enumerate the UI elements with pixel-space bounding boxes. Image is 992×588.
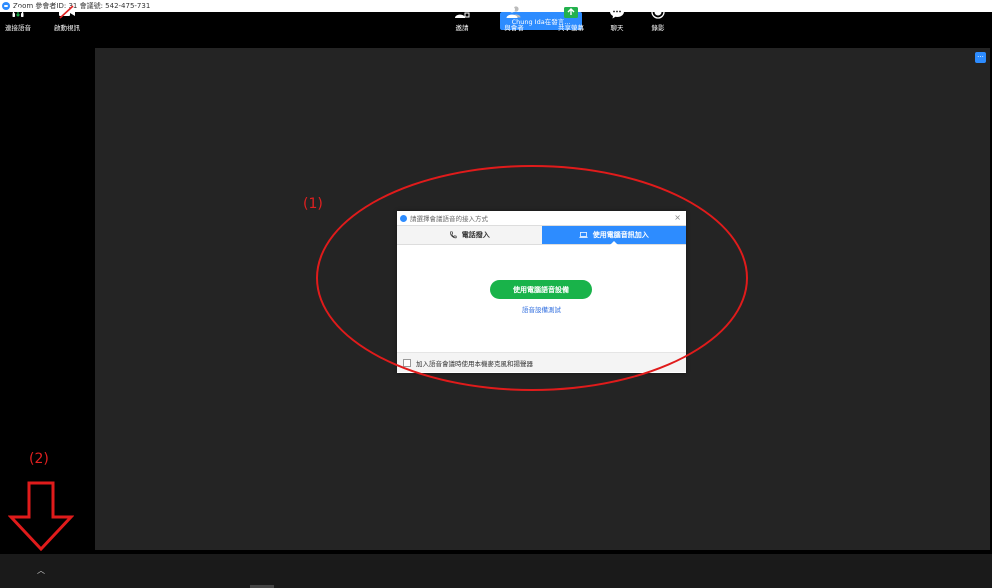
close-icon[interactable]: × — [674, 213, 681, 223]
participants-tool[interactable]: 2 與會者 — [492, 3, 536, 32]
dialog-body: 使用電腦語音設備 語音設備測試 — [397, 245, 686, 352]
join-audio-label: 連接語音 — [5, 24, 31, 32]
annotation-label-2: (2) — [29, 451, 49, 467]
auto-join-audio-checkbox[interactable] — [403, 358, 411, 367]
more-options-button[interactable]: ··· — [975, 52, 986, 63]
invite-icon — [454, 4, 470, 20]
record-label: 錄影 — [651, 24, 665, 32]
test-audio-link[interactable]: 語音設備測試 — [397, 304, 686, 314]
join-audio-dialog: 請選擇會議語音的接入方式 × 電話撥入 使用電腦音訊加入 使用電腦語音設備 語音… — [397, 211, 686, 373]
dialog-footer: 加入語音會議時使用本機麥克風和揚聲器 — [397, 352, 686, 372]
chat-label: 聊天 — [610, 24, 624, 32]
headphone-icon — [11, 4, 25, 20]
share-screen-label: 共享螢幕 — [558, 24, 584, 32]
invite-label: 邀請 — [455, 24, 469, 32]
tab-computer-label: 使用電腦音訊加入 — [592, 231, 649, 239]
zoom-logo-icon — [400, 214, 407, 222]
participants-icon: 2 — [505, 3, 528, 20]
auto-join-audio-label: 加入語音會議時使用本機麥克風和揚聲器 — [416, 359, 533, 368]
chat-tool[interactable]: 聊天 — [595, 4, 639, 32]
annotation-arrow-down-icon — [8, 481, 74, 551]
join-audio-tool[interactable]: 連接語音 — [0, 4, 40, 32]
participants-label: 與會者 — [504, 24, 524, 32]
invite-tool[interactable]: 邀請 — [440, 4, 484, 32]
record-icon — [651, 4, 665, 20]
computer-icon — [579, 232, 588, 238]
meeting-toolbar — [0, 554, 992, 588]
dialog-title: 請選擇會議語音的接入方式 — [410, 215, 488, 223]
dialog-tabs: 電話撥入 使用電腦音訊加入 — [397, 225, 686, 245]
tab-phone-call[interactable]: 電話撥入 — [397, 226, 542, 244]
chat-icon — [609, 4, 625, 20]
tab-phone-label: 電話撥入 — [461, 231, 490, 239]
start-video-tool[interactable]: 啟動視訊 — [45, 4, 89, 32]
tab-computer-audio[interactable]: 使用電腦音訊加入 — [541, 226, 686, 245]
start-video-label: 啟動視訊 — [54, 24, 80, 32]
record-tool[interactable]: 錄影 — [636, 4, 680, 32]
phone-icon — [449, 231, 457, 239]
participants-count: 2 — [524, 3, 528, 10]
annotation-label-1: (1) — [303, 196, 323, 212]
join-computer-audio-button[interactable]: 使用電腦語音設備 — [490, 280, 592, 299]
chevron-up-icon[interactable]: ︿ — [37, 565, 45, 576]
share-screen-tool[interactable]: 共享螢幕 — [549, 4, 593, 32]
share-screen-icon — [563, 4, 579, 20]
video-off-icon — [58, 4, 76, 20]
dialog-titlebar: 請選擇會議語音的接入方式 × — [397, 211, 686, 225]
